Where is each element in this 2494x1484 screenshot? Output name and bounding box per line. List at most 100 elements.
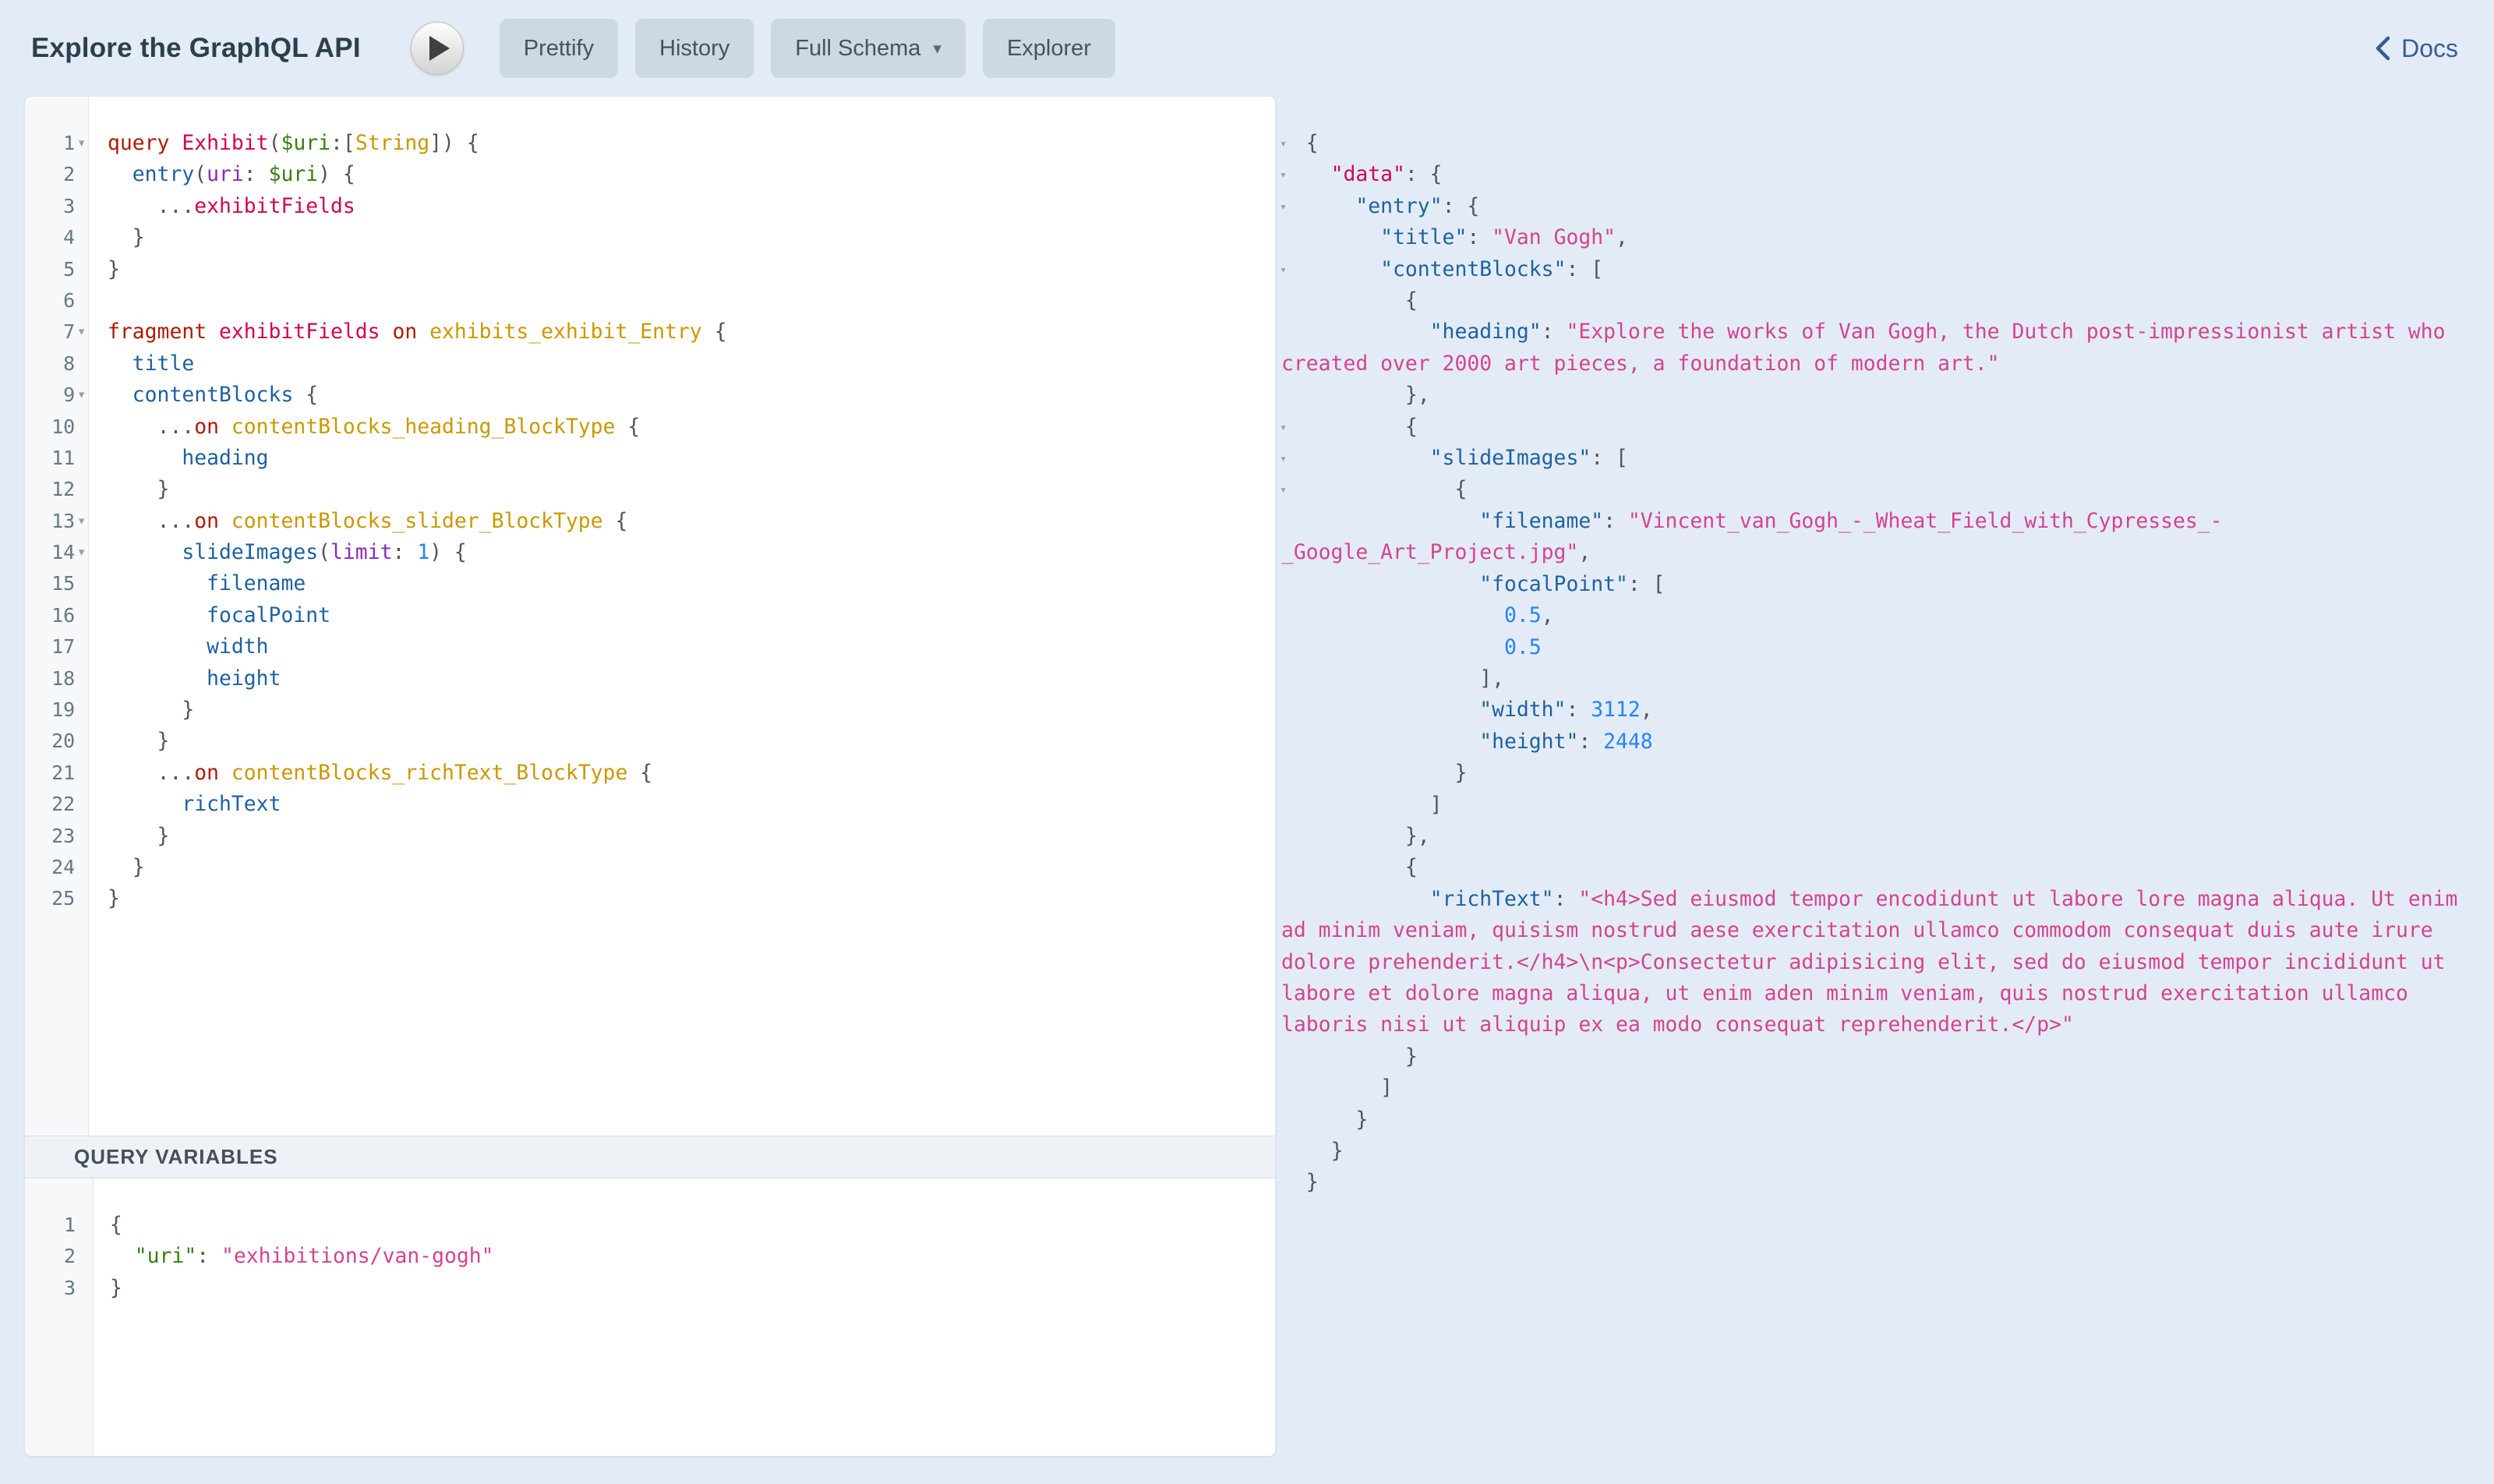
result-line: ▾ "contentBlocks": [ xyxy=(1281,254,2477,285)
code-token: ... xyxy=(157,509,195,533)
result-line: }, xyxy=(1281,821,2477,852)
prettify-button[interactable]: Prettify xyxy=(500,19,618,78)
line-number: 24 xyxy=(25,852,75,883)
query-editor[interactable]: 1▾234567▾89▾10111213▾14▾1516171819202122… xyxy=(25,97,1275,1136)
line-number: 13 xyxy=(25,506,75,537)
code-line: ...on contentBlocks_heading_BlockType { xyxy=(108,412,1275,443)
code-line: } xyxy=(108,694,1275,726)
line-number: 18 xyxy=(25,663,75,694)
query-variables-header[interactable]: QUERY VARIABLES xyxy=(25,1136,1275,1178)
docs-link-label: Docs xyxy=(2401,34,2458,63)
code-token: , xyxy=(1616,225,1628,249)
code-token xyxy=(108,761,157,785)
code-token: { xyxy=(615,415,640,439)
code-token: slideImages xyxy=(182,540,318,564)
code-line: height xyxy=(108,663,1275,694)
code-token: { xyxy=(293,383,318,407)
fold-arrow-icon[interactable]: ▾ xyxy=(1280,443,1297,474)
result-line: } xyxy=(1281,758,2477,789)
prettify-button-label: Prettify xyxy=(524,36,594,62)
fold-slot xyxy=(75,789,88,820)
code-line: contentBlocks { xyxy=(108,380,1275,411)
query-editor-code[interactable]: query Exhibit($uri:[String]) { entry(uri… xyxy=(89,97,1275,1136)
code-token: } xyxy=(108,824,169,848)
code-token: contentBlocks xyxy=(132,383,294,407)
fold-arrow-icon[interactable]: ▾ xyxy=(1280,254,1297,285)
code-token: : { xyxy=(1443,194,1480,218)
line-number: 1 xyxy=(25,128,75,159)
code-token: } xyxy=(1281,761,1467,785)
fold-arrow-icon[interactable]: ▾ xyxy=(75,537,88,568)
code-token: "focalPoint" xyxy=(1479,572,1628,596)
code-token: String xyxy=(355,131,429,155)
line-number: 3 xyxy=(25,191,75,222)
code-token xyxy=(108,383,132,407)
chevron-left-icon xyxy=(2374,35,2391,62)
fold-arrow-icon[interactable]: ▾ xyxy=(1280,191,1297,222)
code-token: : xyxy=(1566,698,1591,722)
code-line: } xyxy=(108,852,1275,883)
fold-slot xyxy=(75,694,88,726)
code-token: query xyxy=(108,131,169,155)
fold-slot xyxy=(75,726,88,757)
execute-button[interactable] xyxy=(411,22,464,75)
history-button-label: History xyxy=(659,36,729,62)
code-token: richText xyxy=(182,792,281,816)
history-button[interactable]: History xyxy=(635,19,754,78)
code-token: } xyxy=(108,477,169,501)
variables-editor-code[interactable]: { "uri": "exhibitions/van-gogh"} xyxy=(94,1178,1275,1456)
line-number: 17 xyxy=(25,631,75,662)
explorer-button[interactable]: Explorer xyxy=(983,19,1115,78)
code-token xyxy=(108,352,132,376)
fold-slot xyxy=(75,191,88,222)
query-editor-gutter: 1▾234567▾89▾10111213▾14▾1516171819202122… xyxy=(25,97,89,1136)
code-token: : xyxy=(1578,730,1603,754)
line-number: 10 xyxy=(25,412,75,443)
code-token xyxy=(108,415,157,439)
fold-arrow-icon[interactable]: ▾ xyxy=(1280,412,1297,443)
code-token: } xyxy=(108,257,120,281)
code-line: query Exhibit($uri:[String]) { xyxy=(108,128,1275,159)
result-line: ] xyxy=(1281,790,2477,821)
code-line: ...exhibitFields xyxy=(108,191,1275,222)
result-line: "title": "Van Gogh", xyxy=(1281,222,2477,253)
code-token: : xyxy=(1603,509,1628,533)
code-token: fragment xyxy=(108,320,207,344)
code-token xyxy=(108,540,182,564)
result-line: ], xyxy=(1281,663,2477,694)
code-token: 0.5 xyxy=(1504,603,1542,627)
editor-panel: 1▾234567▾89▾10111213▾14▾1516171819202122… xyxy=(25,97,1275,1456)
code-token xyxy=(219,415,231,439)
result-line: ▾ { xyxy=(1281,474,2477,505)
fold-arrow-icon[interactable]: ▾ xyxy=(75,128,88,159)
code-token: } xyxy=(1281,1139,1343,1163)
result-line: } xyxy=(1281,1167,2477,1198)
fold-arrow-icon[interactable]: ▾ xyxy=(1280,474,1297,505)
code-token xyxy=(207,320,219,344)
code-token: exhibits_exhibit_Entry xyxy=(429,320,702,344)
fold-slot xyxy=(75,254,88,285)
fold-arrow-icon[interactable]: ▾ xyxy=(75,506,88,537)
code-token: ... xyxy=(157,761,195,785)
fold-arrow-icon[interactable]: ▾ xyxy=(75,316,88,348)
docs-link[interactable]: Docs xyxy=(2374,34,2458,63)
fold-arrow-icon[interactable]: ▾ xyxy=(1280,159,1297,190)
code-token: { xyxy=(702,320,727,344)
code-token: } xyxy=(1281,1108,1368,1132)
code-token xyxy=(417,320,429,344)
code-token: } xyxy=(108,698,194,722)
code-token xyxy=(108,571,207,595)
variables-editor[interactable]: 123 { "uri": "exhibitions/van-gogh"} xyxy=(25,1178,1275,1456)
code-token: "uri" xyxy=(135,1244,196,1268)
fold-arrow-icon[interactable]: ▾ xyxy=(1280,128,1297,159)
line-number: 11 xyxy=(25,443,75,474)
code-token: { xyxy=(1281,855,1418,879)
result-line: ▾ "entry": { xyxy=(1281,191,2477,222)
code-token: "title" xyxy=(1380,225,1467,249)
code-token: , xyxy=(1542,603,1554,627)
code-token xyxy=(108,446,182,470)
fold-arrow-icon[interactable]: ▾ xyxy=(75,380,88,411)
code-token: } xyxy=(1281,1170,1319,1194)
code-token xyxy=(219,761,231,785)
full-schema-button[interactable]: Full Schema ▾ xyxy=(771,19,966,78)
